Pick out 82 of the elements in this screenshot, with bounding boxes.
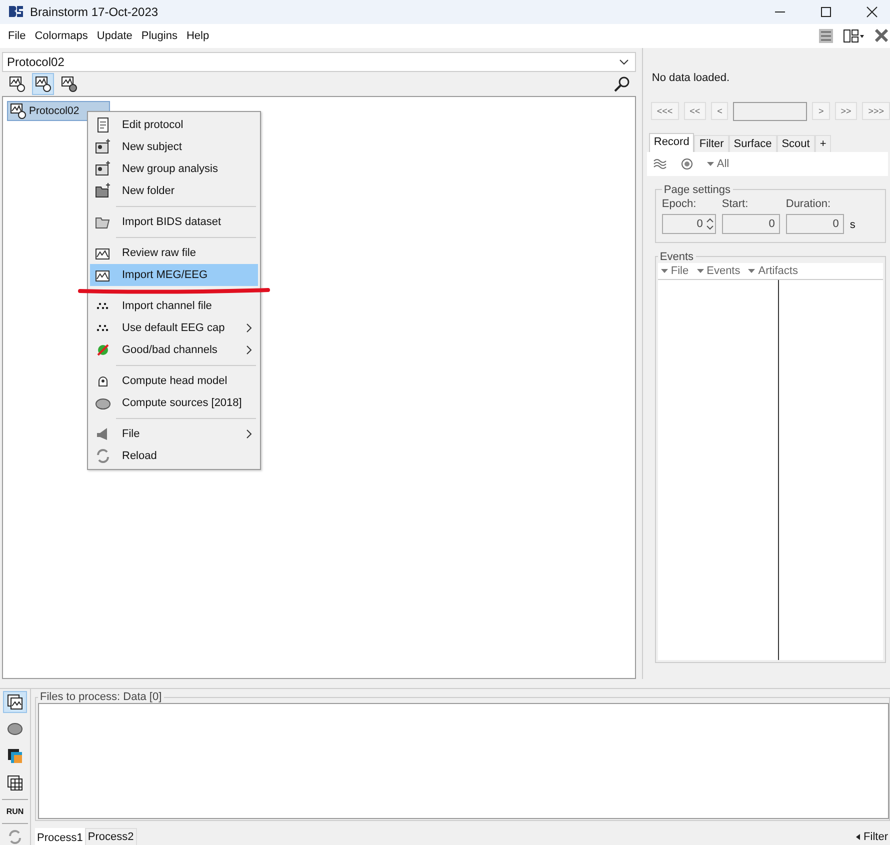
menu-item[interactable]: New group analysis	[90, 158, 258, 180]
menu-item[interactable]: Compute sources [2018]	[90, 392, 258, 414]
tree-node[interactable]: Protocol02	[7, 100, 110, 121]
events-menu[interactable]: File	[660, 264, 689, 277]
arrows-icon	[95, 448, 111, 464]
menu-item[interactable]: New subject	[90, 136, 258, 158]
status-text: No data loaded.	[652, 72, 731, 86]
events-menu[interactable]: Events	[696, 264, 740, 277]
tab[interactable]: Record	[648, 132, 694, 152]
unit-label: s	[850, 218, 856, 233]
tab[interactable]: Scout	[776, 134, 815, 152]
menu-item[interactable]: Import channel file	[90, 294, 258, 317]
submenu-caret-icon	[246, 322, 252, 333]
field-label: Start:	[722, 198, 750, 210]
nav-button[interactable]: <<	[684, 102, 706, 120]
protocol-icon	[10, 102, 26, 119]
caret-icon	[660, 268, 668, 273]
menu-item[interactable]: Import BIDS dataset	[90, 210, 258, 233]
waves-icon[interactable]	[652, 158, 667, 170]
person-card-icon	[95, 160, 111, 177]
menu-item[interactable]: File	[8, 30, 26, 42]
spinner-arrows-icon[interactable]	[704, 216, 715, 232]
menu-item[interactable]: Help	[186, 30, 210, 42]
list-icon[interactable]	[819, 28, 833, 43]
number-field[interactable]: 0	[662, 214, 716, 234]
close-icon[interactable]	[866, 6, 878, 18]
menu-item[interactable]: Review raw file	[90, 242, 258, 264]
group-title: Page settings	[662, 184, 732, 196]
all-dropdown[interactable]: All	[706, 158, 730, 170]
tab[interactable]: Surface	[728, 134, 777, 152]
grid-icon	[7, 775, 23, 792]
events-menu[interactable]: Artifacts	[748, 264, 798, 277]
submenu-caret-icon	[246, 428, 252, 439]
nav-button[interactable]: >>>	[862, 102, 890, 120]
submenu-caret-icon	[246, 344, 252, 355]
group-title: Events	[658, 250, 695, 263]
nav-button[interactable]: >>	[834, 102, 858, 120]
menu-item[interactable]: File	[90, 422, 258, 445]
menu-item[interactable]: Reload	[90, 444, 258, 467]
field-label: Epoch:	[662, 198, 698, 210]
target-icon[interactable]	[680, 158, 693, 170]
menu-item[interactable]: Compute head model	[90, 370, 258, 392]
menu-item[interactable]: Plugins	[141, 30, 178, 42]
tab[interactable]: +	[814, 134, 832, 152]
nav-button[interactable]: >	[812, 102, 830, 120]
data-files-button[interactable]	[3, 691, 27, 714]
app-logo-icon	[8, 4, 24, 19]
caret-icon	[618, 58, 629, 65]
tab[interactable]: Process1	[35, 828, 85, 845]
nav-button[interactable]: <	[711, 102, 728, 120]
document-icon	[95, 116, 111, 133]
caret-icon	[748, 268, 756, 273]
search-icon[interactable]	[614, 76, 630, 92]
data-files-icon	[7, 694, 23, 710]
menu-item[interactable]: Good/bad channels	[90, 338, 258, 361]
caret-icon	[696, 268, 704, 273]
group-title: Files to process: Data [0]	[39, 691, 163, 704]
number-field[interactable]: 0	[722, 214, 780, 234]
channel-status-icon	[95, 342, 111, 358]
maximize-icon[interactable]	[820, 6, 832, 18]
field-label: Duration:	[786, 198, 832, 210]
time-field[interactable]	[733, 102, 808, 121]
caret-icon	[856, 834, 860, 840]
nav-button[interactable]: <<<	[650, 102, 679, 120]
menu-item[interactable]: Use default EEG cap	[90, 316, 258, 339]
person-card-icon	[95, 138, 111, 155]
menu-item[interactable]: Colormaps	[34, 30, 88, 42]
number-field[interactable]: 0	[786, 214, 844, 234]
colored-squares-icon	[7, 748, 23, 764]
window-title: Brainstorm 17-Oct-2023	[30, 4, 158, 19]
protocol-dropdown[interactable]: Protocol02	[2, 52, 636, 72]
subject-view-button[interactable]	[32, 72, 54, 95]
run-button[interactable]: RUN	[6, 805, 24, 818]
menu-item[interactable]: New folder	[90, 180, 258, 202]
tab[interactable]: Filter	[694, 134, 729, 152]
brain-icon	[7, 722, 23, 736]
tab[interactable]: Process2	[84, 828, 137, 845]
layout-icon[interactable]	[843, 28, 865, 43]
caret-icon	[706, 162, 714, 166]
folder-icon	[95, 182, 111, 199]
menu-item[interactable]: Update	[96, 30, 132, 42]
filter-toggle[interactable]: Filter	[856, 831, 890, 845]
